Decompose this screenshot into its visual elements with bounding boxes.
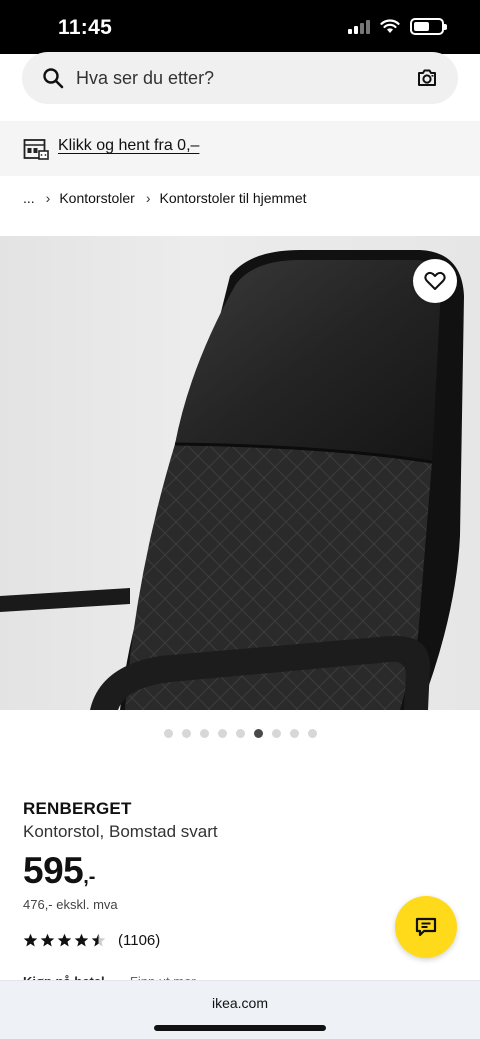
star-icon bbox=[23, 933, 38, 947]
product-name[interactable]: RENBERGET bbox=[23, 799, 132, 819]
product-rating[interactable]: (1106) bbox=[23, 932, 160, 949]
gallery-dot[interactable] bbox=[217, 729, 227, 738]
office-chair-image bbox=[0, 250, 464, 710]
search-input[interactable] bbox=[76, 52, 376, 104]
chevron-right-icon: › bbox=[45, 190, 51, 206]
heart-icon bbox=[424, 271, 446, 290]
star-icon bbox=[91, 933, 106, 947]
breadcrumb-item-kontorstoler[interactable]: Kontorstoler bbox=[59, 190, 134, 206]
gallery-dot[interactable] bbox=[181, 729, 191, 738]
gallery-dot[interactable] bbox=[163, 729, 173, 738]
star-icon bbox=[40, 933, 55, 947]
chevron-right-icon: › bbox=[145, 190, 151, 206]
signal-icon bbox=[348, 19, 370, 34]
breadcrumb-item-kontorstoler-hjemmet[interactable]: Kontorstoler til hjemmet bbox=[160, 190, 307, 206]
gallery-dot[interactable] bbox=[289, 729, 299, 738]
price: 595 ,- bbox=[23, 850, 95, 892]
search-icon bbox=[43, 68, 64, 89]
search-bar[interactable] bbox=[22, 52, 458, 104]
price-excl-vat: 476,- ekskl. mva bbox=[23, 897, 118, 912]
star-rating bbox=[23, 933, 106, 948]
status-time: 11:45 bbox=[58, 16, 113, 39]
star-icon bbox=[57, 933, 72, 947]
wifi-icon bbox=[380, 19, 400, 33]
breadcrumb: ... › Kontorstoler › Kontorstoler til hj… bbox=[23, 190, 307, 206]
store-icon bbox=[23, 139, 49, 160]
price-suffix: ,- bbox=[83, 866, 96, 888]
product-description: Kontorstol, Bomstad svart bbox=[23, 822, 218, 841]
camera-icon[interactable] bbox=[416, 67, 438, 89]
gallery-dot[interactable] bbox=[199, 729, 209, 738]
status-icons bbox=[348, 18, 447, 35]
gallery-dot[interactable] bbox=[271, 729, 281, 738]
breadcrumb-item-ellipsis[interactable]: ... bbox=[23, 190, 35, 206]
pickup-banner[interactable]: Klikk og hent fra 0,– bbox=[0, 121, 480, 176]
gallery-dot[interactable] bbox=[253, 729, 263, 738]
battery-icon bbox=[410, 18, 447, 35]
gallery-dot[interactable] bbox=[307, 729, 317, 738]
gallery-dot[interactable] bbox=[235, 729, 245, 738]
chat-button[interactable] bbox=[395, 896, 457, 958]
star-icon bbox=[74, 933, 89, 947]
review-count[interactable]: (1106) bbox=[118, 932, 160, 949]
product-image[interactable] bbox=[0, 236, 480, 710]
favorite-button[interactable] bbox=[413, 259, 457, 303]
gallery-pagination bbox=[0, 729, 480, 738]
pickup-link[interactable]: Klikk og hent fra 0,– bbox=[58, 137, 199, 155]
price-amount: 595 bbox=[23, 850, 84, 891]
home-indicator bbox=[154, 1025, 326, 1031]
browser-url-bar[interactable]: ikea.com bbox=[0, 980, 480, 1039]
status-bar: 11:45 bbox=[0, 0, 480, 54]
chat-icon bbox=[415, 917, 437, 937]
url-text[interactable]: ikea.com bbox=[0, 995, 480, 1011]
